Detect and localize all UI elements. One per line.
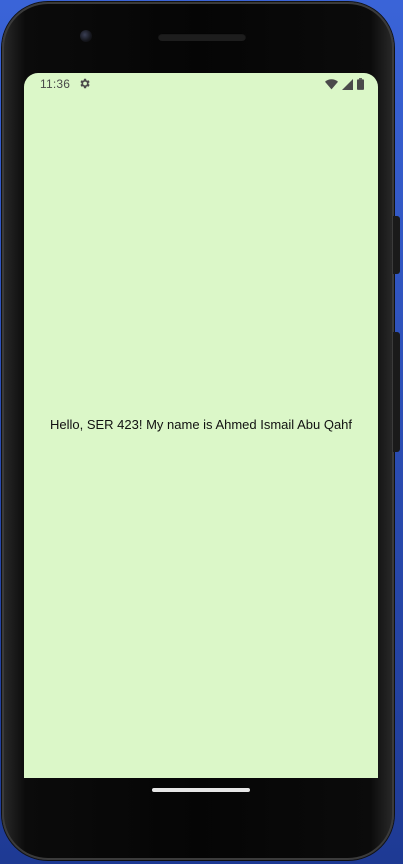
status-time: 11:36 xyxy=(40,77,71,91)
earpiece-speaker xyxy=(158,33,246,41)
front-camera xyxy=(80,30,92,42)
status-icons xyxy=(325,78,364,90)
battery-icon xyxy=(357,78,364,90)
cell-signal-icon xyxy=(342,78,353,90)
wifi-icon xyxy=(325,78,338,89)
app-screen: 11:36 Hello, SER 423! My name is Ahmed I… xyxy=(24,73,378,778)
power-button[interactable] xyxy=(393,216,400,274)
volume-rocker[interactable] xyxy=(393,332,400,452)
status-bar: 11:36 xyxy=(24,73,378,95)
home-gesture-bar[interactable] xyxy=(152,788,250,792)
greeting-text: Hello, SER 423! My name is Ahmed Ismail … xyxy=(49,417,353,432)
settings-gear-icon xyxy=(80,78,90,89)
phone-frame: 11:36 Hello, SER 423! My name is Ahmed I… xyxy=(2,2,400,860)
